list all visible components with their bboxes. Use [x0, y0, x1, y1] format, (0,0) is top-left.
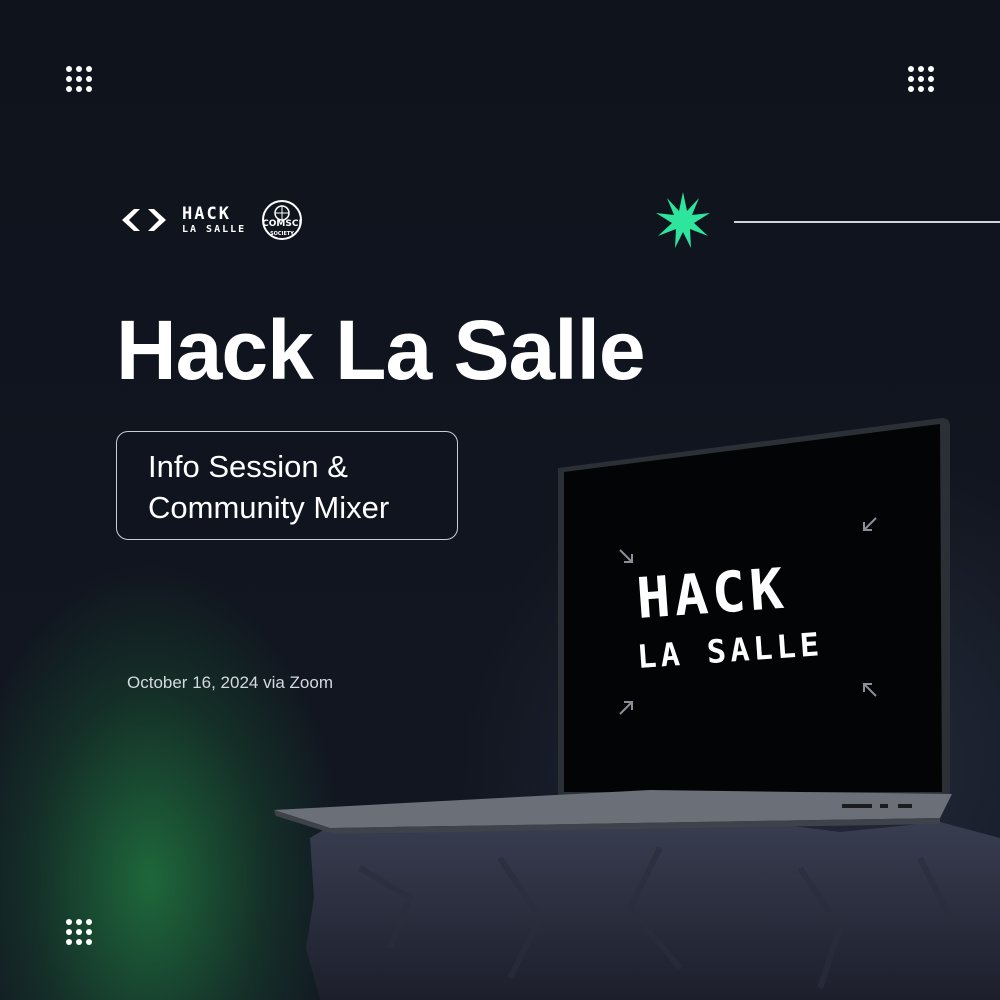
logo-wordmark: HACK LA SALLE: [182, 203, 247, 235]
logo-line-1: HACK: [182, 203, 231, 224]
logo-line-2: LA SALLE: [182, 223, 247, 235]
badge-bottom-text: SOCIETY: [270, 231, 294, 237]
dot-grid-icon: [66, 919, 94, 947]
comsci-society-badge: COMSCI SOCIETY: [262, 200, 303, 240]
divider-line: [734, 221, 1000, 223]
dot-grid-icon: [908, 66, 936, 94]
badge-top-text: COMSCI: [262, 219, 302, 229]
dot-grid-icon: [66, 66, 94, 94]
laptop-image: HACK LA SALLE: [274, 418, 952, 834]
poster-canvas: HACK LA SALLE COMSCI SOCIETY Hack La Sal…: [0, 0, 1000, 1000]
page-title: Hack La Salle: [116, 303, 646, 397]
code-chevrons-icon: [122, 209, 166, 231]
sparkle-star-icon: [656, 192, 710, 248]
screen-title-line-1: HACK: [634, 557, 789, 632]
event-logo: HACK LA SALLE COMSCI SOCIETY: [120, 196, 304, 244]
